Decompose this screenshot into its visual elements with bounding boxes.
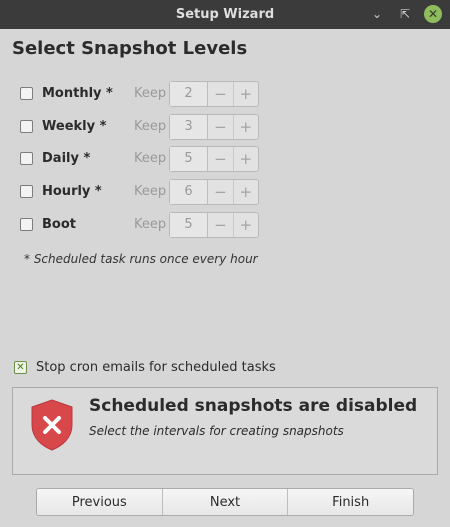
hourly-keep-label: Keep xyxy=(134,184,167,199)
maximize-icon[interactable]: ⇱ xyxy=(396,5,414,23)
previous-button[interactable]: Previous xyxy=(37,489,163,515)
daily-keep-value[interactable]: 5 xyxy=(170,147,209,171)
boot-keep-label: Keep xyxy=(134,217,167,232)
plus-icon[interactable]: + xyxy=(234,147,258,171)
hourly-label: Hourly * xyxy=(42,184,102,199)
weekly-checkbox[interactable] xyxy=(20,120,33,133)
status-title: Scheduled snapshots are disabled xyxy=(89,396,418,416)
close-icon[interactable]: ✕ xyxy=(424,5,442,23)
plus-icon[interactable]: + xyxy=(234,180,258,204)
boot-label: Boot xyxy=(42,217,76,232)
hourly-keep-value[interactable]: 6 xyxy=(170,180,209,204)
finish-button[interactable]: Finish xyxy=(288,489,413,515)
minus-icon[interactable]: − xyxy=(208,115,234,139)
monthly-keep-label: Keep xyxy=(134,86,167,101)
minus-icon[interactable]: − xyxy=(208,180,234,204)
weekly-keep-stepper: 3 − + xyxy=(169,114,259,140)
minus-icon[interactable]: − xyxy=(208,82,234,106)
level-row-daily: Daily * Keep 5 − + xyxy=(20,146,420,172)
daily-keep-label: Keep xyxy=(134,151,167,166)
setup-wizard-window: Setup Wizard ⌄ ⇱ ✕ Select Snapshot Level… xyxy=(0,0,450,527)
daily-label: Daily * xyxy=(42,151,91,166)
next-button[interactable]: Next xyxy=(162,489,289,515)
monthly-keep-stepper: 2 − + xyxy=(169,81,259,107)
weekly-keep-value[interactable]: 3 xyxy=(170,115,209,139)
level-row-boot: Boot Keep 5 − + xyxy=(20,212,420,238)
status-subtitle: Select the intervals for creating snapsh… xyxy=(89,424,344,438)
plus-icon[interactable]: + xyxy=(234,213,258,237)
weekly-keep-label: Keep xyxy=(134,119,167,134)
boot-keep-value[interactable]: 5 xyxy=(170,213,209,237)
navigation-buttons: Previous Next Finish xyxy=(36,488,414,516)
hourly-keep-stepper: 6 − + xyxy=(169,179,259,205)
schedule-note: * Scheduled task runs once every hour xyxy=(24,252,258,266)
page-title: Select Snapshot Levels xyxy=(12,38,248,59)
level-row-hourly: Hourly * Keep 6 − + xyxy=(20,179,420,205)
minus-icon[interactable]: − xyxy=(208,147,234,171)
monthly-keep-value[interactable]: 2 xyxy=(170,82,209,106)
weekly-label: Weekly * xyxy=(42,119,107,134)
hourly-checkbox[interactable] xyxy=(20,185,33,198)
minus-icon[interactable]: − xyxy=(208,213,234,237)
plus-icon[interactable]: + xyxy=(234,82,258,106)
monthly-checkbox[interactable] xyxy=(20,87,33,100)
monthly-label: Monthly * xyxy=(42,86,113,101)
plus-icon[interactable]: + xyxy=(234,115,258,139)
level-row-weekly: Weekly * Keep 3 − + xyxy=(20,114,420,140)
boot-keep-stepper: 5 − + xyxy=(169,212,259,238)
cron-checkbox[interactable]: ✕ xyxy=(14,361,27,374)
titlebar: Setup Wizard ⌄ ⇱ ✕ xyxy=(0,0,450,29)
shield-x-icon xyxy=(31,399,73,451)
minimize-icon[interactable]: ⌄ xyxy=(368,5,386,23)
daily-keep-stepper: 5 − + xyxy=(169,146,259,172)
boot-checkbox[interactable] xyxy=(20,218,33,231)
cron-label: Stop cron emails for scheduled tasks xyxy=(36,360,276,375)
daily-checkbox[interactable] xyxy=(20,152,33,165)
status-panel: Scheduled snapshots are disabled Select … xyxy=(12,387,438,475)
level-row-monthly: Monthly * Keep 2 − + xyxy=(20,81,420,107)
